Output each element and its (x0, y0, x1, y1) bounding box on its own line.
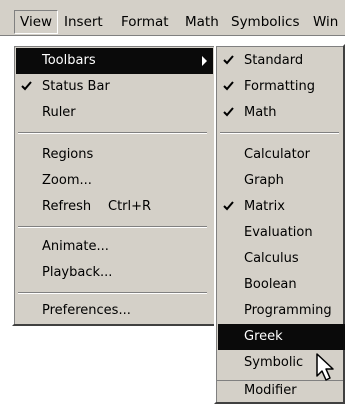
arrow-right-icon (202, 56, 207, 66)
menubar-format[interactable]: Format (116, 10, 174, 34)
standard-label: Standard (244, 53, 304, 68)
toolbars-submenu-bottom: Modifier (214, 380, 345, 404)
view-menu-regions[interactable]: Regions (16, 142, 213, 168)
toolbar-calculus[interactable]: Calculus (218, 246, 345, 272)
evaluation-label: Evaluation (244, 225, 313, 240)
boolean-label: Boolean (244, 277, 297, 292)
separator (220, 132, 339, 134)
toolbar-evaluation[interactable]: Evaluation (218, 220, 345, 246)
view-menu-toolbars[interactable]: Toolbars (16, 48, 213, 74)
symbolic-label: Symbolic (244, 355, 304, 370)
view-menu-zoom[interactable]: Zoom... (16, 168, 213, 194)
zoom-label: Zoom... (42, 173, 92, 188)
ruler-label: Ruler (42, 105, 76, 120)
view-menu-status-bar[interactable]: Status Bar (16, 74, 213, 100)
greek-label: Greek (244, 329, 283, 344)
menubar-view-label: View (20, 14, 53, 30)
separator (18, 132, 207, 134)
toolbar-standard[interactable]: Standard (218, 48, 345, 74)
checkmark-icon (223, 107, 234, 117)
view-menu-preferences[interactable]: Preferences... (16, 298, 213, 324)
menubar-symbolics-label: Symbolics (231, 14, 300, 30)
checkmark-icon (223, 81, 234, 91)
preferences-label: Preferences... (42, 303, 131, 318)
refresh-label: Refresh (42, 199, 92, 214)
toolbar-greek[interactable]: Greek (218, 324, 345, 350)
refresh-shortcut: Ctrl+R (108, 199, 152, 214)
toolbar-programming[interactable]: Programming (218, 298, 345, 324)
checkmark-icon (223, 55, 234, 65)
toolbar-matrix[interactable]: Matrix (218, 194, 345, 220)
separator (18, 226, 207, 228)
view-menu-refresh[interactable]: Refresh Ctrl+R (16, 194, 213, 220)
toolbar-math[interactable]: Math (218, 100, 345, 126)
programming-label: Programming (244, 303, 332, 318)
mouse-pointer-icon (316, 353, 334, 381)
graph-label: Graph (244, 173, 284, 188)
separator (18, 292, 207, 294)
view-menu: Toolbars Status Bar Ruler Regions Zoom..… (12, 44, 217, 326)
menu-bar: View Insert Format Math Symbolics Win (0, 0, 345, 36)
calculus-label: Calculus (244, 251, 299, 266)
toolbar-boolean[interactable]: Boolean (218, 272, 345, 298)
regions-label: Regions (42, 147, 94, 162)
animate-label: Animate... (42, 239, 109, 254)
status-bar-label: Status Bar (42, 79, 110, 94)
view-menu-playback[interactable]: Playback... (16, 260, 213, 286)
menubar-math-label: Math (185, 14, 219, 30)
calculator-label: Calculator (244, 147, 311, 162)
matrix-label: Matrix (244, 199, 285, 214)
checkmark-icon (223, 201, 234, 211)
menubar-math[interactable]: Math (180, 10, 224, 34)
modifier-label: Modifier (244, 383, 297, 398)
menubar-window[interactable]: Win (308, 10, 343, 34)
toolbar-graph[interactable]: Graph (218, 168, 345, 194)
menubar-insert[interactable]: Insert (59, 10, 108, 34)
menubar-window-label: Win (313, 14, 339, 30)
menubar-insert-label: Insert (64, 14, 103, 30)
playback-label: Playback... (42, 265, 113, 280)
toolbar-formatting[interactable]: Formatting (218, 74, 345, 100)
view-menu-ruler[interactable]: Ruler (16, 100, 213, 126)
menubar-format-label: Format (121, 14, 169, 30)
menubar-view[interactable]: View (14, 10, 59, 34)
formatting-label: Formatting (244, 79, 316, 94)
toolbar-calculator[interactable]: Calculator (218, 142, 345, 168)
menubar-symbolics[interactable]: Symbolics (226, 10, 305, 34)
math-label: Math (244, 105, 277, 120)
checkmark-icon (21, 81, 32, 91)
view-menu-animate[interactable]: Animate... (16, 234, 213, 260)
toolbars-label: Toolbars (42, 53, 96, 68)
toolbars-submenu: Standard Formatting Math Calculator Grap… (214, 44, 345, 384)
